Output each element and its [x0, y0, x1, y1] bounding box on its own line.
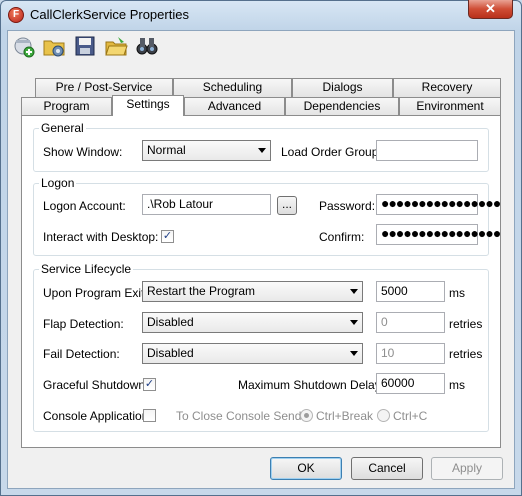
flap-detection-select[interactable]: Disabled — [142, 312, 363, 333]
fail-retries-input: 10 — [376, 343, 445, 364]
close-button[interactable]: ✕ — [468, 0, 513, 19]
interact-desktop-label: Interact with Desktop: — [43, 230, 159, 244]
ctrl-c-label: Ctrl+C — [393, 409, 428, 423]
tab-settings[interactable]: Settings — [112, 95, 184, 116]
logon-account-input[interactable]: .\Rob Latour — [142, 194, 271, 215]
show-window-select[interactable]: Normal — [142, 140, 271, 161]
graceful-shutdown-checkbox[interactable]: ✓ — [143, 378, 156, 391]
ctrl-break-radio — [300, 409, 313, 422]
general-group-title: General — [39, 121, 86, 135]
console-application-label: Console Application: — [43, 409, 152, 423]
flap-retries-input: 0 — [376, 312, 445, 333]
graceful-shutdown-label: Graceful Shutdown: — [43, 378, 149, 392]
open-folder-icon[interactable] — [104, 34, 128, 58]
logon-group-title: Logon — [39, 176, 77, 190]
save-icon[interactable] — [73, 34, 97, 58]
ctrl-c-radio — [377, 409, 390, 422]
show-window-label: Show Window: — [43, 145, 123, 159]
settings-folder-icon[interactable] — [42, 34, 66, 58]
max-shutdown-delay-unit: ms — [449, 378, 465, 392]
password-field[interactable]: ●●●●●●●●●●●●●●●● — [376, 194, 501, 215]
interact-desktop-checkbox[interactable]: ✓ — [161, 230, 174, 243]
exit-delay-input[interactable]: 5000 — [376, 281, 445, 302]
apply-button: Apply — [431, 457, 503, 480]
add-icon[interactable] — [12, 34, 36, 58]
upon-program-exit-select[interactable]: Restart the Program — [142, 281, 363, 302]
service-lifecycle-title: Service Lifecycle — [39, 262, 134, 276]
upon-program-exit-value: Restart the Program — [147, 284, 256, 298]
max-shutdown-delay-input[interactable]: 60000 — [376, 373, 445, 394]
confirm-password-field[interactable]: ●●●●●●●●●●●●●●●● — [376, 224, 501, 245]
tab-recovery[interactable]: Recovery — [393, 78, 501, 97]
close-console-send-label: To Close Console Send: — [176, 409, 305, 423]
load-order-group-label: Load Order Group: — [281, 145, 382, 159]
tab-dialogs[interactable]: Dialogs — [292, 78, 393, 97]
browse-account-button[interactable]: ... — [277, 196, 297, 215]
load-order-group-input[interactable] — [376, 140, 478, 161]
fail-detection-value: Disabled — [147, 346, 194, 360]
tab-program[interactable]: Program — [21, 97, 112, 116]
console-application-checkbox[interactable] — [143, 409, 156, 422]
app-icon: F — [8, 7, 24, 23]
flap-retries-unit: retries — [449, 317, 483, 331]
chevron-down-icon — [350, 289, 358, 294]
ok-button[interactable]: OK — [270, 457, 342, 480]
fail-detection-label: Fail Detection: — [43, 347, 120, 361]
upon-program-exit-label: Upon Program Exit: — [43, 286, 148, 300]
tab-advanced[interactable]: Advanced — [184, 97, 285, 116]
logon-account-label: Logon Account: — [43, 199, 126, 213]
chevron-down-icon — [350, 351, 358, 356]
fail-detection-select[interactable]: Disabled — [142, 343, 363, 364]
chevron-down-icon — [258, 148, 266, 153]
confirm-label: Confirm: — [319, 230, 365, 244]
password-label: Password: — [319, 199, 376, 213]
tab-dependencies[interactable]: Dependencies — [285, 97, 399, 116]
binoculars-icon[interactable] — [135, 34, 159, 58]
flap-detection-label: Flap Detection: — [43, 317, 124, 331]
fail-retries-unit: retries — [449, 347, 483, 361]
ctrl-break-label: Ctrl+Break — [316, 409, 374, 423]
cancel-button[interactable]: Cancel — [351, 457, 423, 480]
window-title: CallClerkService Properties — [30, 7, 189, 22]
max-shutdown-delay-label: Maximum Shutdown Delay: — [238, 378, 385, 392]
flap-detection-value: Disabled — [147, 315, 194, 329]
tab-scheduling[interactable]: Scheduling — [173, 78, 292, 97]
chevron-down-icon — [350, 320, 358, 325]
exit-delay-unit: ms — [449, 286, 465, 300]
tab-environment[interactable]: Environment — [399, 97, 501, 116]
show-window-value: Normal — [147, 143, 186, 157]
